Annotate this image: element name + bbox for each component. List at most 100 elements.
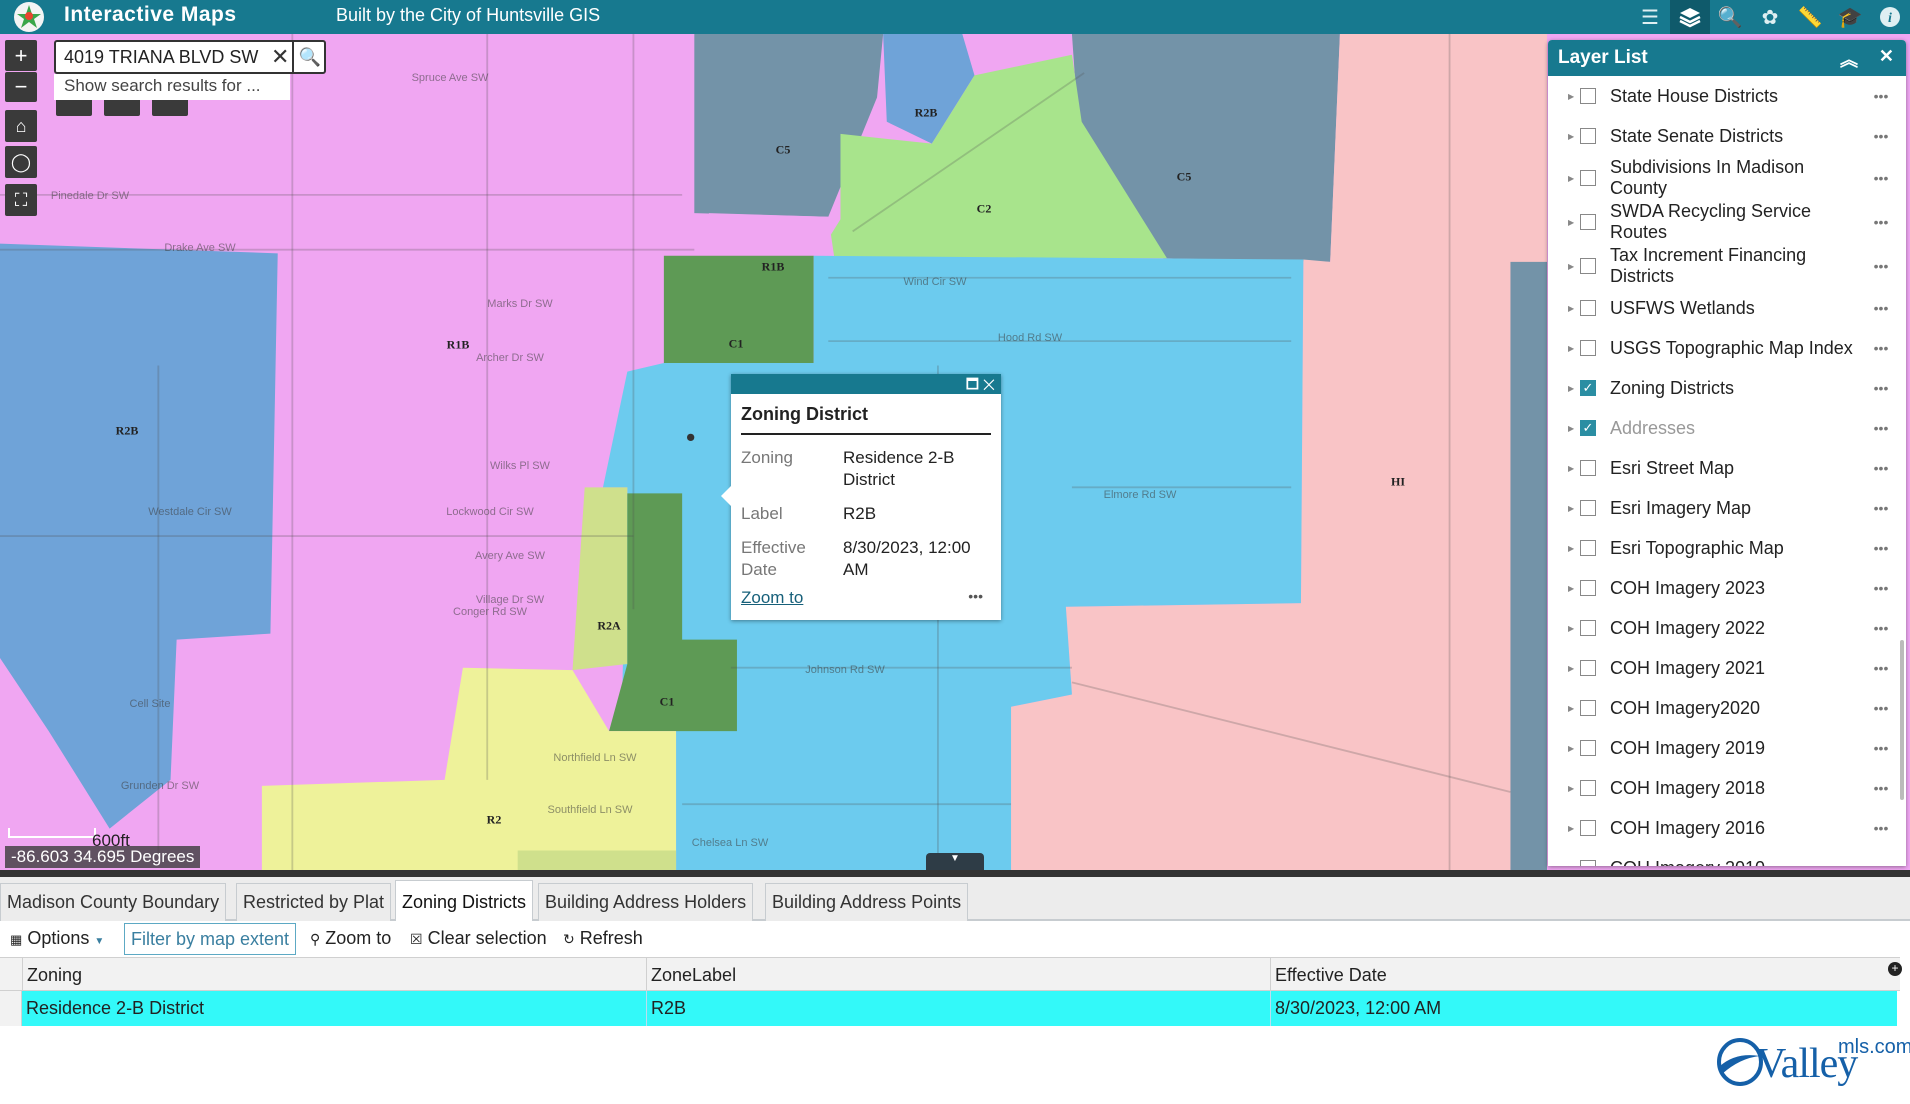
layer-item[interactable]: ▶ COH Imagery 2016 ••• (1548, 808, 1906, 848)
clear-search-icon[interactable]: ✕ (271, 44, 289, 70)
measurement-icon[interactable]: 📏 (1790, 0, 1830, 34)
expand-arrow-icon[interactable]: ▶ (1568, 504, 1574, 513)
locate-button[interactable]: ◯ (5, 146, 37, 178)
expand-arrow-icon[interactable]: ▶ (1568, 132, 1574, 141)
layer-options-icon[interactable]: ••• (1856, 620, 1906, 636)
layer-options-icon[interactable]: ••• (1856, 340, 1906, 356)
layer-item[interactable]: ▶ State House Districts ••• (1548, 76, 1906, 116)
column-header-zoning[interactable]: Zoning (22, 958, 646, 991)
legend-icon[interactable]: ☰ (1630, 0, 1670, 34)
expand-arrow-icon[interactable]: ▶ (1568, 174, 1574, 183)
collapse-table-button[interactable]: ▼ (926, 853, 984, 870)
layer-checkbox[interactable] (1580, 740, 1596, 756)
expand-arrow-icon[interactable]: ▶ (1568, 464, 1574, 473)
column-header-effective-date[interactable]: Effective Date (1270, 958, 1890, 991)
row-selector[interactable] (0, 991, 22, 1026)
info-icon[interactable]: i (1870, 0, 1910, 34)
close-panel-icon[interactable]: ✕ (1879, 46, 1894, 67)
zoom-to-link[interactable]: Zoom to (741, 588, 803, 608)
layer-checkbox[interactable]: ✓ (1580, 420, 1596, 436)
layer-checkbox[interactable] (1580, 258, 1596, 274)
layer-options-icon[interactable]: ••• (1856, 380, 1906, 396)
search-input[interactable] (64, 47, 264, 68)
layer-checkbox[interactable] (1580, 860, 1596, 866)
layer-item[interactable]: ▶ Esri Imagery Map ••• (1548, 488, 1906, 528)
expand-arrow-icon[interactable]: ▶ (1568, 824, 1574, 833)
layer-checkbox[interactable]: ✓ (1580, 380, 1596, 396)
expand-arrow-icon[interactable]: ▶ (1568, 544, 1574, 553)
layer-options-icon[interactable]: ••• (1856, 740, 1906, 756)
expand-arrow-icon[interactable]: ▶ (1568, 344, 1574, 353)
zoom-to-button[interactable]: ⚲ Zoom to (310, 928, 391, 949)
refresh-button[interactable]: ↻ Refresh (563, 928, 643, 949)
tab-building-address-holders[interactable]: Building Address Holders (538, 883, 754, 921)
layer-item[interactable]: ▶ SWDA Recycling Service Routes ••• (1548, 200, 1906, 244)
zoom-in-button[interactable]: + (5, 40, 37, 71)
search-button[interactable]: 🔍 (292, 42, 326, 72)
layer-checkbox[interactable] (1580, 620, 1596, 636)
layer-options-icon[interactable]: ••• (1856, 460, 1906, 476)
basemap-gallery-icon[interactable]: ✿ (1750, 0, 1790, 34)
layer-options-icon[interactable]: ••• (1856, 300, 1906, 316)
layer-options-icon[interactable]: ••• (1856, 660, 1906, 676)
expand-arrow-icon[interactable]: ▶ (1568, 864, 1574, 867)
layer-checkbox[interactable] (1580, 300, 1596, 316)
layers-icon[interactable] (1670, 0, 1710, 34)
expand-arrow-icon[interactable]: ▶ (1568, 784, 1574, 793)
layer-item[interactable]: ▶ COH Imagery 2021 ••• (1548, 648, 1906, 688)
filter-by-extent-button[interactable]: Filter by map extent (124, 923, 297, 955)
layer-checkbox[interactable] (1580, 170, 1596, 186)
close-icon[interactable]: ✕ (983, 376, 995, 392)
layer-checkbox[interactable] (1580, 540, 1596, 556)
expand-arrow-icon[interactable]: ▶ (1568, 424, 1574, 433)
tab-madison-county-boundary[interactable]: Madison County Boundary (0, 883, 227, 921)
layer-checkbox[interactable] (1580, 128, 1596, 144)
tab-zoning-districts[interactable]: Zoning Districts (395, 880, 534, 922)
expand-arrow-icon[interactable]: ▶ (1568, 262, 1574, 271)
tutorial-icon[interactable]: 🎓 (1830, 0, 1870, 34)
layer-item[interactable]: ▶ Tax Increment Financing Districts ••• (1548, 244, 1906, 288)
expand-arrow-icon[interactable]: ▶ (1568, 218, 1574, 227)
coordinate-readout[interactable]: -86.603 34.695 Degrees (5, 846, 201, 868)
layer-item[interactable]: ▶ COH Imagery2020 ••• (1548, 688, 1906, 728)
layer-options-icon[interactable]: ••• (1856, 580, 1906, 596)
layer-checkbox[interactable] (1580, 500, 1596, 516)
expand-arrow-icon[interactable]: ▶ (1568, 744, 1574, 753)
layer-item[interactable]: ▶ Subdivisions In Madison County ••• (1548, 156, 1906, 200)
expand-arrow-icon[interactable]: ▶ (1568, 384, 1574, 393)
query-icon[interactable]: 🔍 (1710, 0, 1750, 34)
column-header-zonelabel[interactable]: ZoneLabel (646, 958, 1270, 991)
layer-item[interactable]: ▶ COH Imagery 2010••• (1548, 848, 1906, 866)
layer-item[interactable]: ▶ COH Imagery 2018 ••• (1548, 768, 1906, 808)
layer-options-icon[interactable]: ••• (1856, 170, 1906, 186)
layer-options-icon[interactable]: ••• (1856, 500, 1906, 516)
layer-item[interactable]: ▶ ✓ Zoning Districts ••• (1548, 368, 1906, 408)
tab-restricted-by-plat[interactable]: Restricted by Plat (236, 883, 392, 921)
layer-item[interactable]: ▶ COH Imagery 2022 ••• (1548, 608, 1906, 648)
layer-item[interactable]: ▶ State Senate Districts ••• (1548, 116, 1906, 156)
collapse-panel-icon[interactable]: ︽ (1840, 46, 1858, 72)
layer-checkbox[interactable] (1580, 214, 1596, 230)
expand-arrow-icon[interactable]: ▶ (1568, 704, 1574, 713)
expand-arrow-icon[interactable]: ▶ (1568, 664, 1574, 673)
layer-item[interactable]: ▶ Esri Street Map ••• (1548, 448, 1906, 488)
search-suggestion[interactable]: Show search results for ... (54, 74, 290, 100)
layer-checkbox[interactable] (1580, 340, 1596, 356)
clear-selection-button[interactable]: ☒ Clear selection (410, 928, 547, 949)
layer-checkbox[interactable] (1580, 580, 1596, 596)
layer-options-icon[interactable]: ••• (1856, 258, 1906, 274)
layer-options-icon[interactable]: ••• (1856, 820, 1906, 836)
options-menu[interactable]: ▦ Options ▼ (10, 928, 104, 949)
layer-checkbox[interactable] (1580, 780, 1596, 796)
more-actions-button[interactable]: ••• (968, 588, 983, 604)
expand-arrow-icon[interactable]: ▶ (1568, 304, 1574, 313)
layer-checkbox[interactable] (1580, 88, 1596, 104)
layer-item[interactable]: ▶ COH Imagery 2023 ••• (1548, 568, 1906, 608)
layer-options-icon[interactable]: ••• (1856, 780, 1906, 796)
layer-list-scrollbar[interactable] (1900, 640, 1904, 800)
layer-options-icon[interactable]: ••• (1856, 88, 1906, 104)
layer-item[interactable]: ▶ USGS Topographic Map Index ••• (1548, 328, 1906, 368)
tab-building-address-points[interactable]: Building Address Points (765, 883, 969, 921)
layer-options-icon[interactable]: ••• (1856, 700, 1906, 716)
layer-options-icon[interactable]: ••• (1856, 128, 1906, 144)
